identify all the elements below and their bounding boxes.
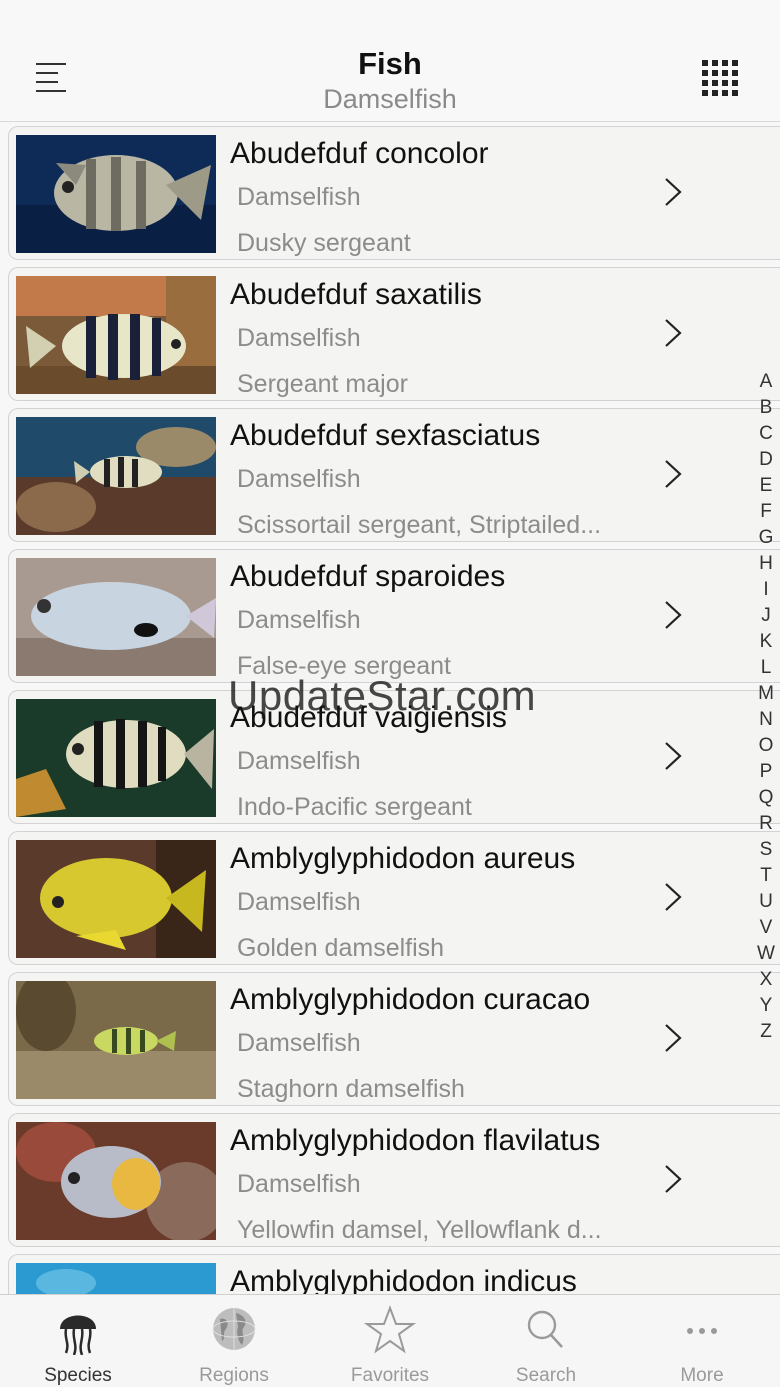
index-letter[interactable]: D bbox=[752, 449, 780, 475]
tab-label: Regions bbox=[199, 1365, 269, 1386]
species-row[interactable]: Amblyglyphidodon aureus Damselfish Golde… bbox=[8, 831, 780, 965]
fish-photo bbox=[16, 1263, 216, 1294]
index-letter[interactable]: Y bbox=[752, 995, 780, 1021]
chevron-right-icon bbox=[665, 601, 682, 629]
index-letter[interactable]: H bbox=[752, 553, 780, 579]
common-name: Golden damselfish bbox=[237, 934, 445, 962]
index-letter[interactable]: R bbox=[752, 813, 780, 839]
species-row[interactable]: Amblyglyphidodon flavilatus Damselfish Y… bbox=[8, 1113, 780, 1247]
index-letter[interactable]: L bbox=[752, 657, 780, 683]
tab-species[interactable]: Species bbox=[0, 1295, 156, 1387]
species-row[interactable]: Abudefduf saxatilis Damselfish Sergeant … bbox=[8, 267, 780, 401]
family-name: Damselfish bbox=[237, 183, 361, 211]
chevron-right-icon bbox=[665, 742, 682, 770]
tab-label: Species bbox=[44, 1365, 112, 1386]
scientific-name: Amblyglyphidodon indicus bbox=[230, 1265, 577, 1294]
chevron-right-icon bbox=[665, 883, 682, 911]
search-icon bbox=[527, 1310, 563, 1348]
index-letter[interactable]: W bbox=[752, 943, 780, 969]
family-name: Damselfish bbox=[237, 606, 361, 634]
scientific-name: Abudefduf concolor bbox=[230, 137, 489, 170]
common-name: Sergeant major bbox=[237, 370, 408, 398]
common-name: Yellowfin damsel, Yellowflank d... bbox=[237, 1216, 602, 1244]
tab-label: More bbox=[680, 1365, 724, 1386]
index-letter[interactable]: S bbox=[752, 839, 780, 865]
globe-icon bbox=[212, 1308, 256, 1350]
index-letter[interactable]: Z bbox=[752, 1021, 780, 1047]
index-letter[interactable]: K bbox=[752, 631, 780, 657]
family-name: Damselfish bbox=[237, 747, 361, 775]
index-letter[interactable]: P bbox=[752, 761, 780, 787]
fish-photo bbox=[16, 981, 216, 1099]
chevron-right-icon bbox=[665, 319, 682, 347]
index-letter[interactable]: G bbox=[752, 527, 780, 553]
scientific-name: Amblyglyphidodon flavilatus bbox=[230, 1124, 601, 1157]
page-title: Fish bbox=[358, 46, 422, 81]
fish-photo bbox=[16, 276, 216, 394]
index-letter[interactable]: M bbox=[752, 683, 780, 709]
scientific-name: Amblyglyphidodon aureus bbox=[230, 842, 576, 875]
more-icon bbox=[687, 1328, 717, 1334]
index-letter[interactable]: C bbox=[752, 423, 780, 449]
alphabet-index[interactable]: ABCDEFGHIJKLMNOPQRSTUVWXYZ bbox=[752, 371, 780, 1047]
fish-photo bbox=[16, 135, 216, 253]
fish-photo bbox=[16, 417, 216, 535]
chevron-right-icon bbox=[665, 1165, 682, 1193]
index-letter[interactable]: N bbox=[752, 709, 780, 735]
family-name: Damselfish bbox=[237, 1029, 361, 1057]
scientific-name: Amblyglyphidodon curacao bbox=[230, 983, 591, 1016]
fish-photo bbox=[16, 840, 216, 958]
jellyfish-icon bbox=[60, 1315, 96, 1355]
family-name: Damselfish bbox=[237, 324, 361, 352]
tab-bar: Species Regions Favorites Search More bbox=[0, 1294, 780, 1387]
family-name: Damselfish bbox=[237, 1170, 361, 1198]
index-letter[interactable]: U bbox=[752, 891, 780, 917]
star-icon bbox=[364, 1305, 416, 1354]
index-letter[interactable]: I bbox=[752, 579, 780, 605]
fish-photo bbox=[16, 1122, 216, 1240]
index-letter[interactable]: B bbox=[752, 397, 780, 423]
scientific-name: Abudefduf sexfasciatus bbox=[230, 419, 541, 452]
tab-label: Search bbox=[515, 1365, 577, 1386]
index-letter[interactable]: Q bbox=[752, 787, 780, 813]
tab-regions[interactable]: Regions bbox=[156, 1295, 312, 1387]
grid-view-icon[interactable] bbox=[702, 60, 740, 98]
family-name: Damselfish bbox=[237, 888, 361, 916]
index-letter[interactable]: E bbox=[752, 475, 780, 501]
scientific-name: Abudefduf saxatilis bbox=[230, 278, 482, 311]
scientific-name: Abudefduf sparoides bbox=[230, 560, 506, 593]
tab-more[interactable]: More bbox=[624, 1295, 780, 1387]
tab-search[interactable]: Search bbox=[468, 1295, 624, 1387]
species-row[interactable]: Amblyglyphidodon indicus bbox=[8, 1254, 780, 1294]
index-letter[interactable]: O bbox=[752, 735, 780, 761]
common-name: Scissortail sergeant, Striptailed... bbox=[237, 511, 602, 539]
page-subtitle: Damselfish bbox=[323, 84, 457, 114]
common-name: Dusky sergeant bbox=[237, 229, 411, 257]
family-name: Damselfish bbox=[237, 465, 361, 493]
common-name: Staghorn damselfish bbox=[237, 1075, 465, 1103]
index-letter[interactable]: A bbox=[752, 371, 780, 397]
index-letter[interactable]: F bbox=[752, 501, 780, 527]
species-row[interactable]: Abudefduf concolor Damselfish Dusky serg… bbox=[8, 126, 780, 260]
common-name: Indo-Pacific sergeant bbox=[237, 793, 472, 821]
fish-photo bbox=[16, 558, 216, 676]
watermark: UpdateStar.com bbox=[228, 672, 537, 719]
chevron-right-icon bbox=[665, 460, 682, 488]
index-letter[interactable]: V bbox=[752, 917, 780, 943]
species-row[interactable]: Abudefduf sexfasciatus Damselfish Scisso… bbox=[8, 408, 780, 542]
species-row[interactable]: Amblyglyphidodon curacao Damselfish Stag… bbox=[8, 972, 780, 1106]
chevron-right-icon bbox=[665, 1024, 682, 1052]
tab-favorites[interactable]: Favorites bbox=[312, 1295, 468, 1387]
navigation-bar: Fish Damselfish bbox=[0, 0, 780, 122]
species-row[interactable]: Abudefduf sparoides Damselfish False-eye… bbox=[8, 549, 780, 683]
chevron-right-icon bbox=[665, 178, 682, 206]
index-letter[interactable]: T bbox=[752, 865, 780, 891]
index-letter[interactable]: X bbox=[752, 969, 780, 995]
fish-photo bbox=[16, 699, 216, 817]
tab-label: Favorites bbox=[350, 1365, 430, 1386]
index-letter[interactable]: J bbox=[752, 605, 780, 631]
